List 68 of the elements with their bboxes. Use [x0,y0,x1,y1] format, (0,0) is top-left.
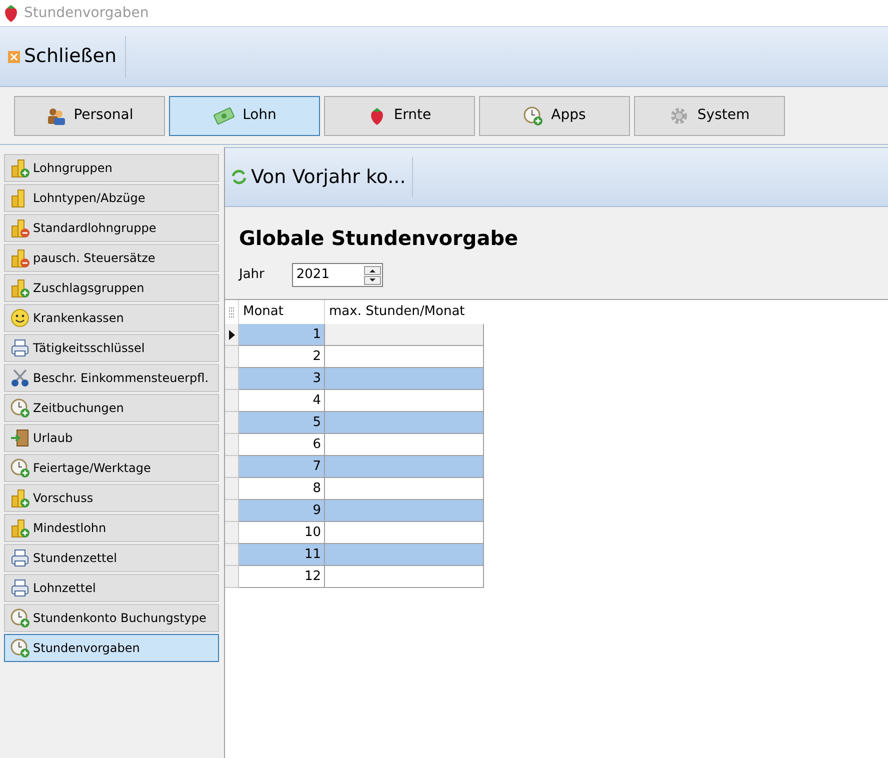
sidebar-item[interactable]: Lohnzettel [4,574,219,602]
sidebar-item[interactable]: Krankenkassen [4,304,219,332]
table-cell: 2 [239,346,325,368]
settings-icon [669,106,690,126]
scissors-icon [10,368,30,388]
module-tab[interactable]: Lohn [169,96,320,136]
smiley-icon [10,308,30,328]
sidebar-item[interactable]: Feiertage/Werktage [4,454,219,482]
sidebar-item[interactable]: Stundenkonto Buchungstype [4,604,219,632]
clock-icon [10,458,30,478]
door-icon [10,428,30,448]
sidebar-item[interactable]: Standardlohngruppe [4,214,219,242]
sidebar-item[interactable]: Tätigkeitsschlüssel [4,334,219,362]
year-spinner[interactable]: 2021 [292,263,384,287]
table-cell: 12 [239,566,325,588]
sidebar-item[interactable]: Vorschuss [4,484,219,512]
table-cell: 4 [239,390,325,412]
close-icon [8,50,20,62]
table-cell: 6 [239,434,325,456]
strawberry-icon [2,3,20,23]
printer-icon [10,578,30,598]
current-row-icon [228,330,234,340]
table-cell: 1 [239,324,325,346]
clock-icon [523,106,544,126]
table-cell: 5 [239,412,325,434]
table-cell: 9 [239,500,325,522]
sidebar-item[interactable]: Lohntypen/Abzüge [4,184,219,212]
table-cell: 8 [239,478,325,500]
table-cell: 3 [239,368,325,390]
coins-plus-icon [10,488,30,508]
module-tab[interactable]: System [634,96,785,136]
module-tab[interactable]: Apps [479,96,630,136]
clock-icon [10,638,30,658]
section-heading: Globale Stundenvorgabe [239,225,520,252]
people-icon [46,106,66,126]
sidebar-item[interactable]: Beschr. Einkommensteuerpfl. [4,364,219,392]
spin-down-icon[interactable] [364,276,382,284]
table-cell: 10 [239,522,325,544]
spin-up-icon[interactable] [364,266,382,274]
sidebar-item[interactable]: Lohngruppen [4,154,219,182]
window-title: Stundenvorgaben [24,4,149,22]
module-tab[interactable]: Personal [14,96,165,136]
copy-from-previous-year-button[interactable]: Von Vorjahr ko... [225,157,413,197]
table-cell: 7 [239,456,325,478]
clock-icon [10,398,30,418]
sidebar-item[interactable]: Zeitbuchungen [4,394,219,422]
printer-icon [10,548,30,568]
column-chooser-icon[interactable] [228,306,234,318]
clock-icon [10,608,30,628]
coins-plus-icon [10,278,30,298]
sidebar-item[interactable]: Stundenzettel [4,544,219,572]
coins-plus-icon [10,518,30,538]
sidebar-item[interactable]: pausch. Steuersätze [4,244,219,272]
close-button[interactable]: Schließen [0,36,126,78]
sidebar-item[interactable]: Zuschlagsgruppen [4,274,219,302]
coins-minus-icon [10,218,30,238]
refresh-icon [231,169,247,185]
sidebar-item[interactable]: Stundenvorgaben [4,634,219,662]
row-indicator[interactable] [225,324,239,346]
module-tab[interactable]: Ernte [324,96,475,136]
year-label: Jahr [239,266,264,284]
sidebar-item[interactable]: Urlaub [4,424,219,452]
sidebar-item[interactable]: Mindestlohn [4,514,219,542]
coins-plus-icon [10,158,30,178]
table-cell: 11 [239,544,325,566]
coins-minus-icon [10,248,30,268]
column-header[interactable]: max. Stunden/Monat [325,300,484,324]
printer-icon [10,338,30,358]
